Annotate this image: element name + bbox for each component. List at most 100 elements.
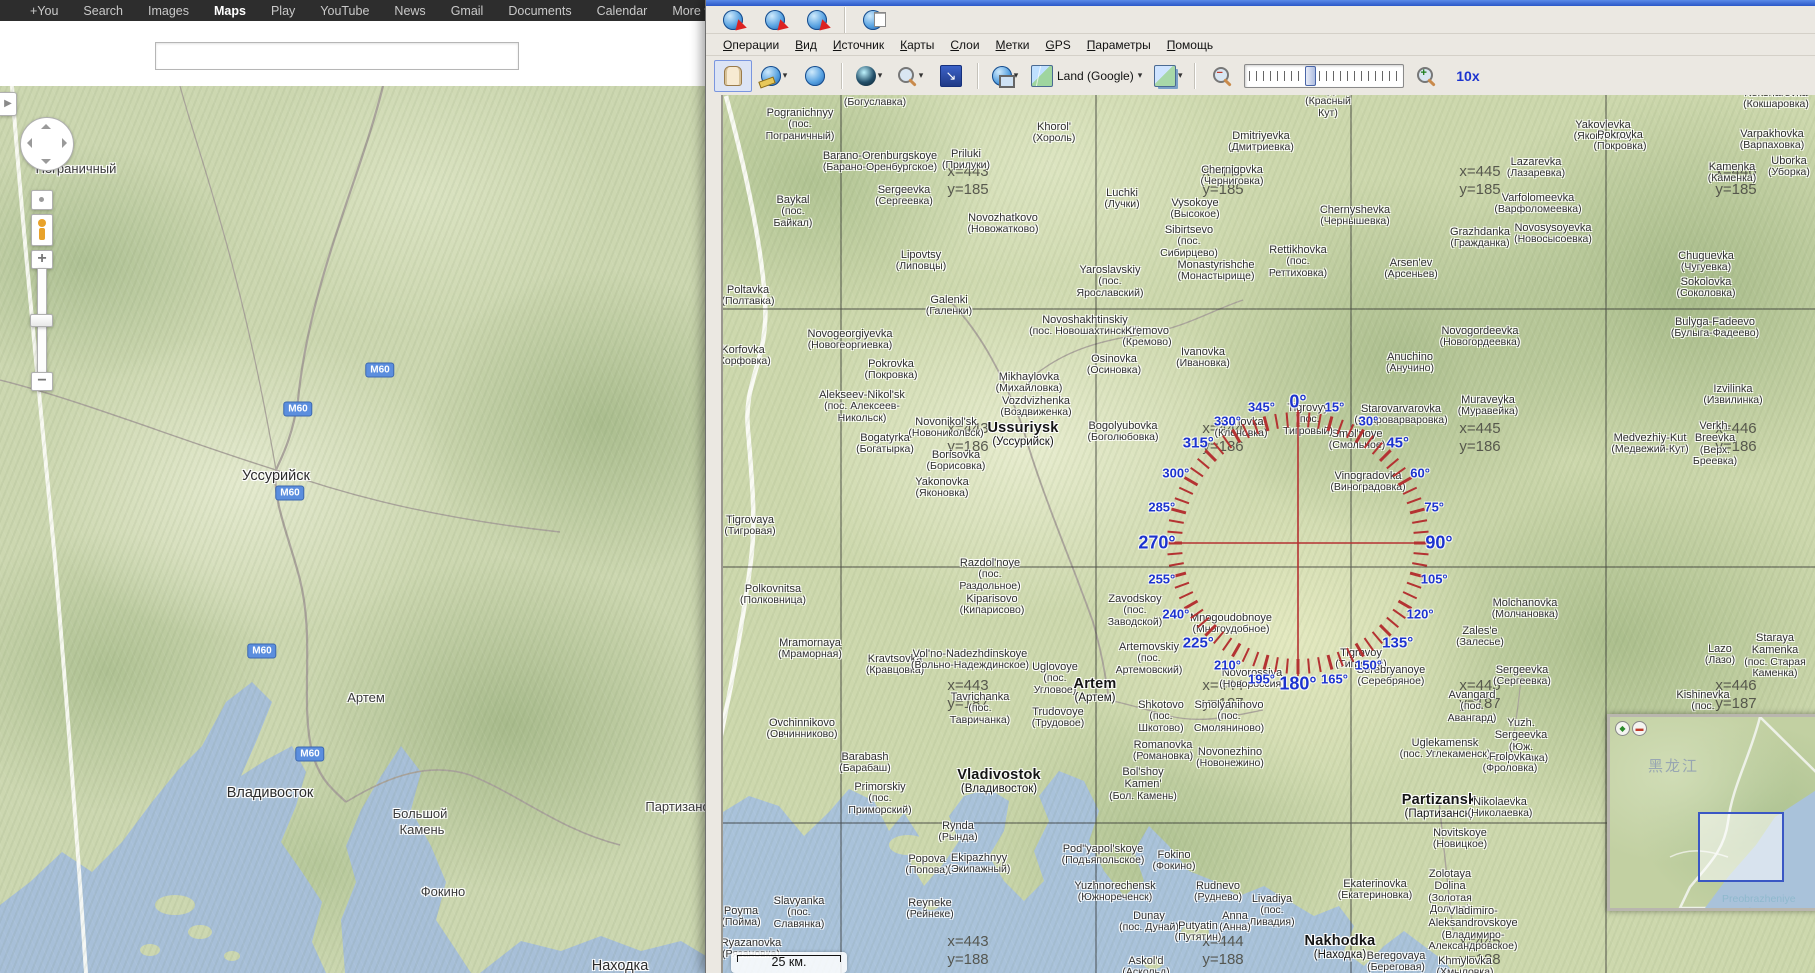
map-label: Kiparisovo(Кипарисово) — [960, 593, 1025, 617]
zoom-slider-handle[interactable] — [1305, 66, 1316, 86]
map-label: Lipovtsy(Липовцы) — [896, 249, 946, 273]
map-source-label: Land (Google) — [1055, 69, 1136, 83]
map-label: Medvezhiy-Kut(Медвежий-Кут) — [1611, 432, 1688, 456]
menu-[interactable]: Слои — [943, 36, 986, 54]
island — [140, 944, 160, 956]
goto-arrow-button[interactable]: ↘ — [932, 60, 970, 92]
map-label: Фокино — [421, 884, 465, 899]
nav-item-maps[interactable]: Maps — [214, 4, 246, 18]
map-label: Alekseev-Nikol'sk(пос. Алексеев-Никольск… — [800, 389, 924, 425]
minimap-zoom-in-icon[interactable]: ◆ — [1615, 721, 1630, 736]
map-label: Ivanovka(Ивановка) — [1176, 346, 1230, 370]
pan-right-icon[interactable] — [62, 138, 67, 148]
dropdown-arrow-icon[interactable]: ▾ — [783, 70, 788, 81]
map-label: Borisovka(Борисовка) — [927, 449, 986, 473]
compass-degree-label: 30° — [1359, 413, 1379, 428]
compass-degree-label: 300° — [1162, 465, 1189, 480]
pegman-icon[interactable] — [38, 219, 46, 227]
nav-item-news[interactable]: News — [394, 4, 425, 18]
map-label: Slavyanka(пос. Славянка) — [768, 895, 830, 931]
download-polygon-globe-icon — [807, 10, 827, 30]
sas-map-canvas[interactable]: x=443 y=185x=444 y=185x=445 y=185x=446 y… — [721, 95, 1815, 973]
night-sphere-button[interactable]: ▾ — [850, 60, 888, 92]
dropdown-arrow-icon[interactable]: ▾ — [878, 70, 883, 81]
selection-toolbar — [706, 6, 1815, 34]
google-top-navbar: +You Search Images Maps Play YouTube News Gmail… — [0, 0, 706, 21]
overview-minimap[interactable]: ◆ ▬ 黑龙江 Preobrazheniye(пос. — [1607, 714, 1815, 911]
minimap-viewport-rect[interactable] — [1698, 812, 1784, 882]
map-label: Beregovaya(Береговая) — [1367, 950, 1426, 973]
map-label: Vozdvizhenka(Воздвиженка) — [1000, 395, 1071, 419]
search-magnifier-button[interactable]: ▾ — [891, 60, 929, 92]
menu-[interactable]: Источник — [826, 36, 891, 54]
menu-[interactable]: Вид — [788, 36, 824, 54]
minimap-zoom-out-icon[interactable]: ▬ — [1632, 721, 1647, 736]
download-selection-globe-button[interactable] — [714, 4, 752, 36]
menu-[interactable]: Параметры — [1080, 36, 1158, 54]
zoom-level-label: 10x — [1448, 68, 1479, 84]
map-label: Bogatyrka(Богатырка) — [856, 432, 914, 456]
map-label: Sergeevka(Сергеевка) — [1493, 664, 1551, 688]
download-last-selection-globe-button[interactable] — [756, 4, 794, 36]
full-extent-globe-button[interactable] — [796, 60, 834, 92]
dropdown-arrow-icon[interactable]: ▾ — [1138, 70, 1143, 81]
pegman-control[interactable] — [31, 214, 53, 246]
hand-button[interactable] — [714, 60, 752, 92]
dropdown-arrow-icon[interactable]: ▾ — [1178, 70, 1183, 81]
ruler-globe-button[interactable]: ▾ — [755, 60, 793, 92]
search-input[interactable] — [155, 42, 519, 70]
zoom-slider-handle[interactable] — [30, 314, 53, 327]
compass-degree-label: 285° — [1148, 499, 1175, 514]
road-badge-m60: M60 — [275, 486, 304, 501]
nav-item-youtube[interactable]: YouTube — [320, 4, 369, 18]
my-location-button[interactable] — [31, 190, 53, 210]
zoom-slider[interactable] — [1244, 64, 1404, 88]
map-label: Reyneke(Рейнеке) — [906, 897, 953, 921]
dropdown-arrow-icon[interactable]: ▾ — [919, 70, 924, 81]
nav-item-gmail[interactable]: Gmail — [451, 4, 484, 18]
nav-item-documents[interactable]: Documents — [508, 4, 571, 18]
zoom-in-button[interactable]: + — [1407, 60, 1445, 92]
map-source-button[interactable]: Land (Google)▾ — [1027, 60, 1146, 92]
map-label: Razdol'noye(пос. Раздольное) — [951, 557, 1029, 593]
pan-up-icon[interactable] — [41, 124, 51, 129]
map-label: Артем — [347, 690, 385, 705]
google-map-canvas[interactable]: ПограничныйУссурийскАртемВладивостокБоль… — [0, 86, 706, 973]
pan-left-icon[interactable] — [27, 138, 32, 148]
compass-degree-label: 105° — [1421, 572, 1448, 587]
map-label: Fokino(Фокино) — [1153, 849, 1196, 873]
nav-item-you[interactable]: +You — [30, 4, 58, 18]
zoom-out-button[interactable]: − — [1203, 60, 1241, 92]
island — [155, 895, 195, 915]
road-badge-m60: M60 — [283, 402, 312, 417]
map-label: Pokrovka(Покровка) — [1594, 129, 1647, 153]
menu-[interactable]: Метки — [989, 36, 1037, 54]
selection-manager-globe-button[interactable] — [854, 4, 892, 36]
nav-item-play[interactable]: Play — [271, 4, 295, 18]
main-toolbar: ▾▾▾↘▾Land (Google)▾▾−+10x — [706, 56, 1815, 95]
menu-gps[interactable]: GPS — [1038, 36, 1077, 54]
zoom-in-button[interactable]: + — [31, 250, 53, 269]
pan-down-icon[interactable] — [41, 159, 51, 164]
map-label: Большой — [393, 806, 448, 821]
toolbar-separator — [977, 63, 979, 89]
menu-[interactable]: Карты — [893, 36, 941, 54]
map-label: Priluki(Прилуки) — [942, 148, 990, 172]
menu-[interactable]: Помощь — [1160, 36, 1220, 54]
nav-item-search[interactable]: Search — [83, 4, 123, 18]
map-label: Vladivostok(Владивосток) — [957, 767, 1041, 796]
datasource-globe-button[interactable]: ▾ — [986, 60, 1024, 92]
map-label: Molchanovka(Молчановка) — [1492, 597, 1559, 621]
nav-item-calendar[interactable]: Calendar — [597, 4, 648, 18]
map-label: Uborka(Уборка) — [1768, 155, 1810, 179]
sidebar-collapse-button[interactable]: ▶ — [0, 92, 17, 116]
zoom-out-button[interactable]: − — [31, 372, 53, 391]
nav-item-images[interactable]: Images — [148, 4, 189, 18]
compass-degree-label: 135° — [1382, 634, 1413, 651]
download-polygon-globe-button[interactable] — [798, 4, 836, 36]
layers-map-button[interactable]: ▾ — [1149, 60, 1187, 92]
map-label: Yuzhnorechensk(Южнореченск) — [1074, 880, 1155, 904]
pan-control[interactable] — [20, 117, 74, 171]
menu-[interactable]: Операции — [716, 36, 786, 54]
datasource-globe-icon — [992, 66, 1012, 86]
